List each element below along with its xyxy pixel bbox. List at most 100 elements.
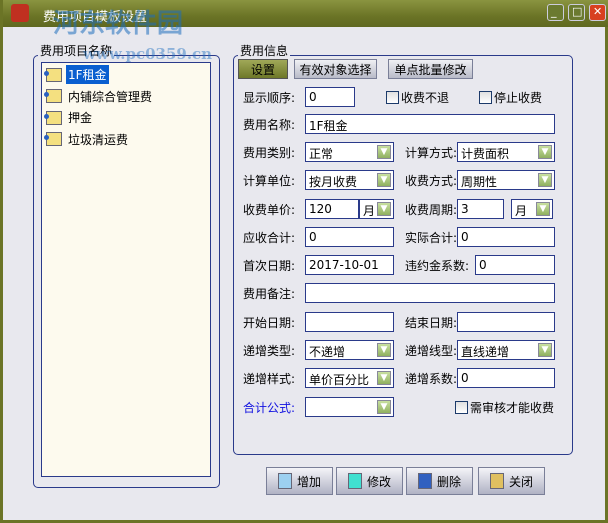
need-review-checkbox[interactable]: 需审核才能收费 [455, 399, 554, 416]
first-date-label: 首次日期: [243, 259, 296, 273]
display-order-input[interactable]: 0 [305, 87, 355, 107]
remark-label: 费用备注: [243, 287, 296, 301]
exit-door-icon [489, 473, 504, 489]
checkbox-box[interactable] [386, 91, 399, 104]
total-formula-label[interactable]: 合计公式: [243, 399, 295, 416]
add-button[interactable]: 增加 [266, 467, 333, 495]
fee-item[interactable]: 内铺综合管理费 [44, 87, 154, 106]
no-refund-checkbox[interactable]: 收费不退 [386, 89, 449, 106]
unit-price-period-select[interactable]: 月 ▼ [359, 199, 394, 219]
tab-settings[interactable]: 设置 [238, 59, 288, 79]
fee-item[interactable]: 押金 [44, 108, 94, 127]
receivable-total-input[interactable]: 0 [305, 227, 394, 247]
tab-batch-modify[interactable]: 单点批量修改 [388, 59, 473, 79]
end-date-input[interactable] [457, 312, 555, 332]
remark-input[interactable] [305, 283, 555, 303]
checkbox-box[interactable] [479, 91, 492, 104]
fee-item-icon [44, 67, 62, 82]
charge-method-select[interactable]: 周期性 ▼ [457, 170, 555, 190]
unit-price-input[interactable]: 120 [305, 199, 359, 219]
fee-category-select[interactable]: 正常 ▼ [305, 142, 394, 162]
start-date-label: 开始日期: [243, 316, 296, 330]
chevron-down-icon[interactable]: ▼ [377, 145, 391, 159]
actual-total-input[interactable]: 0 [457, 227, 555, 247]
maximize-icon: □ [572, 5, 583, 18]
fee-item-label: 内铺综合管理费 [68, 89, 153, 104]
field-value: 月 [515, 204, 528, 218]
chevron-down-icon[interactable]: ▼ [538, 145, 552, 159]
fee-item-label: 1F租金 [66, 65, 109, 84]
chevron-down-icon[interactable]: ▼ [377, 400, 391, 414]
actual-total-label: 实际合计: [405, 231, 458, 245]
edit-button[interactable]: 修改 [336, 467, 403, 495]
fee-name-input[interactable]: 1F租金 [305, 114, 555, 134]
field-value: 3 [461, 202, 469, 216]
checkbox-box[interactable] [455, 401, 468, 414]
chevron-down-icon[interactable]: ▼ [377, 202, 391, 216]
first-date-input[interactable]: 2017-10-01 [305, 255, 394, 275]
chevron-down-icon[interactable]: ▼ [377, 371, 391, 385]
chevron-down-icon[interactable]: ▼ [536, 202, 550, 216]
increase-line-label: 递增线型: [405, 344, 458, 358]
window-title: 费用项目模板设置 [43, 10, 148, 25]
close-button[interactable]: 关闭 [478, 467, 545, 495]
increase-type-label: 递增类型: [243, 344, 296, 358]
field-value: 直线递增 [461, 345, 510, 359]
penalty-rate-label: 违约金系数: [405, 259, 470, 273]
fee-item-group-label: 费用项目名称 [38, 42, 115, 59]
fee-item[interactable]: 1F租金 [44, 65, 109, 84]
charge-cycle-label: 收费周期: [405, 203, 458, 217]
close-window-button[interactable]: ✕ [589, 4, 606, 21]
field-value: 1F租金 [309, 119, 348, 133]
fee-item-icon [44, 132, 62, 146]
field-value: 0 [461, 371, 469, 385]
delete-button[interactable]: 删除 [406, 467, 473, 495]
minimize-button[interactable]: _ [547, 4, 564, 21]
unit-price-label: 收费单价: [243, 203, 296, 217]
chevron-down-icon[interactable]: ▼ [377, 343, 391, 357]
close-label: 关闭 [508, 474, 533, 489]
fee-name-label: 费用名称: [243, 118, 296, 132]
minimize-icon: _ [551, 5, 557, 18]
increase-line-select[interactable]: 直线递增 ▼ [457, 340, 555, 360]
charge-cycle-unit-select[interactable]: 月 ▼ [511, 199, 553, 219]
app-icon [11, 4, 29, 22]
field-value: 0 [461, 230, 469, 244]
field-value: 2017-10-01 [309, 258, 379, 272]
calc-method-label: 计算方式: [405, 146, 458, 160]
checkbox-label: 需审核才能收费 [470, 401, 555, 415]
display-order-label: 显示顺序: [243, 91, 296, 105]
edit-icon [347, 473, 362, 489]
stop-fee-checkbox[interactable]: 停止收费 [479, 89, 542, 106]
increase-type-select[interactable]: 不递增 ▼ [305, 340, 394, 360]
fee-item-label: 押金 [68, 111, 93, 125]
start-date-input[interactable] [305, 312, 394, 332]
increase-rate-label: 递增系数: [405, 372, 458, 386]
maximize-button[interactable]: □ [568, 4, 585, 21]
charge-method-label: 收费方式: [405, 174, 458, 188]
fee-item-label: 垃圾清运费 [68, 132, 129, 147]
receivable-total-label: 应收合计: [243, 231, 296, 245]
penalty-rate-input[interactable]: 0 [475, 255, 555, 275]
charge-cycle-input[interactable]: 3 [457, 199, 504, 219]
calc-method-select[interactable]: 计费面积 ▼ [457, 142, 555, 162]
fee-info-group-label: 费用信息 [238, 42, 291, 59]
title-bar[interactable]: 费用项目模板设置 _ □ ✕ [3, 0, 608, 27]
chevron-down-icon[interactable]: ▼ [538, 173, 552, 187]
delete-label: 删除 [436, 474, 461, 489]
edit-label: 修改 [366, 474, 391, 489]
increase-rate-input[interactable]: 0 [457, 368, 555, 388]
calc-unit-label: 计算单位: [243, 174, 296, 188]
field-value: 0 [309, 90, 317, 104]
tab-valid-object-select[interactable]: 有效对象选择 [294, 59, 377, 79]
fee-item-list[interactable]: 1F租金内铺综合管理费 押金垃圾清运费 [41, 62, 211, 477]
chevron-down-icon[interactable]: ▼ [538, 343, 552, 357]
close-icon: ✕ [593, 5, 603, 18]
total-formula-select[interactable]: ▼ [305, 397, 394, 417]
calc-unit-select[interactable]: 按月收费 ▼ [305, 170, 394, 190]
recycle-bin-icon [417, 473, 432, 489]
fee-item[interactable]: 垃圾清运费 [44, 130, 130, 149]
chevron-down-icon[interactable]: ▼ [377, 173, 391, 187]
field-value: 不递增 [309, 345, 346, 359]
increase-style-select[interactable]: 单价百分比 ▼ [305, 368, 394, 388]
